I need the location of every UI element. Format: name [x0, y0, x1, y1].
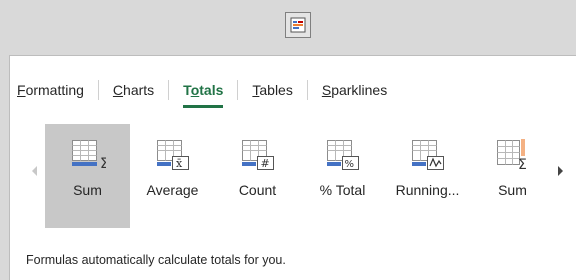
svg-text:#: # [260, 157, 269, 170]
tab-totals[interactable]: Totals [168, 80, 237, 108]
item-label: Sum [73, 182, 102, 198]
quick-analysis-icon [290, 17, 306, 33]
scroll-right-arrow-icon[interactable] [558, 166, 563, 176]
scroll-left-arrow-icon[interactable] [32, 166, 37, 176]
svg-text:Σ: Σ [100, 156, 106, 172]
item-label: Running... [395, 182, 460, 198]
tab-charts[interactable]: Charts [97, 80, 168, 100]
percent-total-icon: % [326, 140, 359, 170]
average-icon: x̄ [156, 140, 189, 170]
running-total-icon [411, 140, 444, 170]
count-icon: # [241, 140, 274, 170]
sum-rows-icon: Σ [71, 140, 106, 172]
count-button[interactable]: # Count [215, 124, 300, 228]
running-total-button[interactable]: Running... [385, 124, 470, 228]
svg-text:x̄: x̄ [176, 157, 183, 170]
svg-text:%: % [344, 159, 354, 170]
percent-total-button[interactable]: % % Total [300, 124, 385, 228]
category-tabs: Formatting Charts Totals Tables Sparklin… [17, 79, 401, 108]
item-label: Count [238, 182, 277, 198]
sum-rows-button[interactable]: Σ Sum [45, 124, 130, 228]
quick-analysis-button[interactable] [285, 12, 311, 38]
sum-columns-button[interactable]: Σ Sum [470, 124, 555, 228]
item-label: % Total [319, 182, 366, 198]
totals-gallery: Σ Sum x̄ Average # Count % % Total Runni… [45, 124, 555, 228]
tab-tables[interactable]: Tables [237, 80, 306, 100]
tab-formatting[interactable]: Formatting [17, 80, 98, 100]
item-label: Average [146, 182, 199, 198]
tab-sparklines[interactable]: Sparklines [306, 80, 401, 100]
item-label: Sum [498, 182, 527, 198]
sum-columns-icon: Σ [496, 139, 527, 172]
description-text: Formulas automatically calculate totals … [26, 253, 286, 267]
svg-text:Σ: Σ [518, 157, 527, 172]
average-button[interactable]: x̄ Average [130, 124, 215, 228]
